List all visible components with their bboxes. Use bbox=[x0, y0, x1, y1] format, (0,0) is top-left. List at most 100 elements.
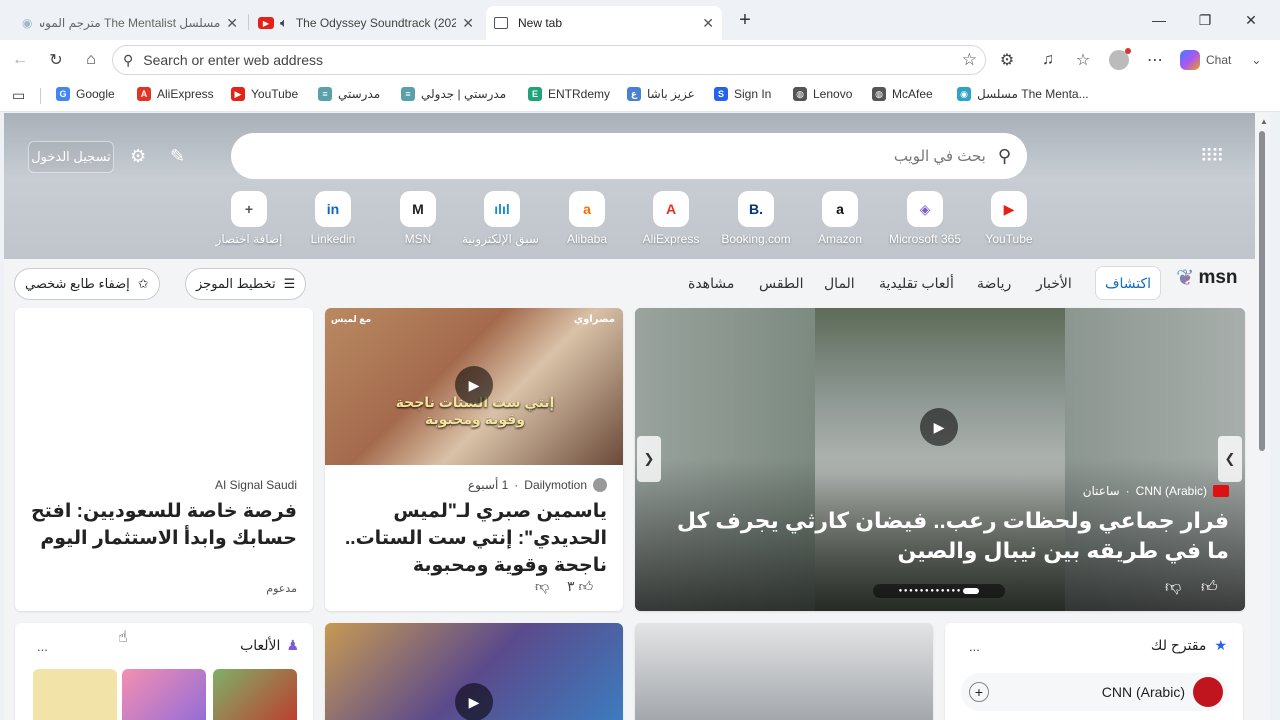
favorite-icon: ◉ bbox=[957, 87, 971, 101]
edit-pencil-icon[interactable]: ✎ bbox=[170, 146, 185, 167]
tab-odyssey[interactable]: ▶ 🔈︎ The Odyssey Soundtrack (2025) ✕ bbox=[250, 6, 482, 40]
apps-grid-icon[interactable]: ⠿⠿ bbox=[1200, 146, 1224, 167]
quick-link[interactable]: ılıl صحيفة سبق الإلكترونية bbox=[462, 191, 542, 246]
chevron-down-icon[interactable]: ⌄ bbox=[1251, 53, 1261, 67]
follow-plus-icon[interactable]: + bbox=[969, 682, 989, 702]
nav-item[interactable]: ألعاب تقليدية bbox=[879, 275, 954, 292]
favorite-item[interactable]: ع عزيز باشا bbox=[627, 87, 695, 101]
game-thumbnail[interactable] bbox=[122, 669, 206, 720]
quick-link[interactable]: a Amazon bbox=[800, 191, 880, 246]
carousel-dots[interactable]: ● ● ● ● ● ● ● ● ● ● ● ● bbox=[873, 584, 1005, 598]
news-card-3[interactable] bbox=[635, 623, 933, 720]
favorite-icon: ▶ bbox=[231, 87, 245, 101]
restore-button[interactable]: ❐ bbox=[1190, 8, 1220, 32]
quick-link[interactable]: B. Booking.com bbox=[716, 191, 796, 246]
game-thumbnail[interactable] bbox=[33, 669, 117, 720]
favorite-item[interactable]: ◉ مسلسل The Menta... bbox=[957, 87, 1089, 101]
like-icon[interactable]: 👍︎ bbox=[1201, 578, 1218, 597]
nav-discover[interactable]: اكتشاف bbox=[1095, 266, 1161, 300]
settings-gear-icon[interactable]: ⚙ bbox=[130, 146, 146, 167]
quick-link[interactable]: in Linkedin bbox=[293, 191, 373, 246]
collections-icon[interactable]: ▭ bbox=[12, 87, 25, 104]
split-screen-icon[interactable]: ♫ bbox=[1037, 49, 1059, 71]
nav-item[interactable]: المال bbox=[824, 275, 855, 292]
copilot-chat-button[interactable]: Chat ⌄ bbox=[1180, 48, 1261, 72]
home-icon[interactable]: ⌂ bbox=[80, 49, 102, 71]
nav-item[interactable]: الطقس bbox=[759, 275, 804, 292]
featured-time: ساعتان bbox=[1082, 484, 1120, 498]
like-button[interactable]: ٣ 👍︎ bbox=[567, 578, 593, 595]
tab-mentalist[interactable]: ◉ مسلسل The Mentalist مترجم الموسم ✕ bbox=[14, 6, 246, 40]
carousel-prev-button[interactable]: ❯ bbox=[637, 436, 661, 482]
video-time: 1 أسبوع bbox=[467, 478, 509, 492]
games-card[interactable]: ... ♟ الألعاب bbox=[15, 623, 313, 720]
game-thumbnail[interactable] bbox=[213, 669, 297, 720]
refresh-icon[interactable]: ↻ bbox=[45, 49, 67, 71]
new-tab-button[interactable]: + bbox=[730, 8, 760, 32]
favorite-icon: ◍ bbox=[793, 87, 807, 101]
favorite-item[interactable]: G Google bbox=[56, 87, 115, 101]
carousel-next-button[interactable]: ❮ bbox=[1218, 436, 1242, 482]
video-headline[interactable]: ياسمين صبري لـ"لميس الحديدي": إنتي ست ال… bbox=[337, 498, 607, 579]
profile-avatar[interactable] bbox=[1108, 48, 1131, 71]
favorite-item[interactable]: ◍ Lenovo bbox=[793, 87, 852, 101]
close-tab-icon[interactable]: ✕ bbox=[702, 15, 714, 32]
nav-item[interactable]: مشاهدة bbox=[688, 275, 734, 292]
quick-link[interactable]: ▶ YouTube bbox=[969, 191, 1049, 246]
page-scrollbar[interactable]: ▲ bbox=[1255, 113, 1270, 720]
close-tab-icon[interactable]: ✕ bbox=[462, 15, 474, 32]
favorite-item[interactable]: ≡ مدرستي | جدولي bbox=[401, 87, 506, 101]
ad-headline[interactable]: فرصة خاصة للسعوديين: افتح حسابك وابدأ ال… bbox=[27, 498, 297, 552]
favorite-item[interactable]: ◍ McAfee bbox=[872, 87, 933, 101]
msn-logo[interactable]: ❦ msn bbox=[1176, 265, 1238, 291]
msn-wordmark: msn bbox=[1198, 267, 1238, 288]
featured-headline[interactable]: فرار جماعي ولحظات رعب.. فيضان كارثي يجرف… bbox=[659, 506, 1229, 566]
tab-new-tab[interactable]: New tab ✕ bbox=[486, 6, 722, 40]
favorite-item[interactable]: E ENTRdemy bbox=[528, 87, 610, 101]
quick-link[interactable]: ◈ Microsoft 365 bbox=[885, 191, 965, 246]
audio-playing-icon[interactable]: 🔈︎ bbox=[280, 15, 288, 31]
video-card-2[interactable]: ▶ bbox=[325, 623, 623, 720]
quick-link-icon: B. bbox=[738, 191, 774, 227]
suggested-more-button[interactable]: ... bbox=[969, 639, 980, 654]
favorite-item[interactable]: S Sign In bbox=[714, 87, 771, 101]
more-menu-icon[interactable]: ⋯ bbox=[1144, 49, 1166, 71]
quick-link[interactable]: + إضافة اختصار bbox=[209, 191, 289, 246]
like-icon: 👍︎ bbox=[578, 578, 594, 594]
sign-in-button[interactable]: تسجيل الدخول bbox=[28, 141, 114, 173]
featured-source: CNN (Arabic) bbox=[1135, 484, 1207, 498]
video-news-card[interactable]: مع لميس مصراوي إنتي ست الستات ناجحة وقوي… bbox=[325, 308, 623, 611]
feed-layout-button[interactable]: تخطيط الموجز ☰ bbox=[185, 268, 307, 300]
sponsored-card[interactable]: AI Signal Saudi فرصة خاصة للسعوديين: افت… bbox=[15, 308, 313, 611]
minimize-button[interactable]: — bbox=[1144, 8, 1174, 32]
favorite-item[interactable]: ≡ مدرستي bbox=[318, 87, 380, 101]
nav-item[interactable]: رياضة bbox=[977, 275, 1011, 292]
quick-link[interactable]: a Alibaba bbox=[547, 191, 627, 246]
favorite-star-icon[interactable]: ☆ bbox=[962, 50, 977, 70]
play-icon[interactable]: ▶ bbox=[455, 683, 493, 720]
nav-item[interactable]: الأخبار bbox=[1036, 275, 1072, 292]
extensions-icon[interactable]: ⚙ bbox=[996, 49, 1018, 71]
tab-strip: ◉ مسلسل The Mentalist مترجم الموسم ✕ ▶ 🔈… bbox=[0, 0, 1280, 40]
suggested-card[interactable]: ... ★ مقترح لك + CNN (Arabic) bbox=[945, 623, 1243, 720]
suggested-item[interactable]: + CNN (Arabic) bbox=[961, 673, 1227, 711]
play-icon[interactable]: ▶ bbox=[455, 366, 493, 404]
address-bar[interactable]: ⚲ Search or enter web address ☆ bbox=[112, 45, 986, 75]
quick-link[interactable]: M MSN bbox=[378, 191, 458, 246]
play-icon[interactable]: ▶ bbox=[920, 408, 958, 446]
web-search-box[interactable]: بحث في الويب ⚲ bbox=[231, 133, 1027, 179]
quick-link[interactable]: A AliExpress bbox=[631, 191, 711, 246]
favorite-item[interactable]: A AliExpress bbox=[137, 87, 214, 101]
close-window-button[interactable]: ✕ bbox=[1236, 8, 1266, 32]
close-tab-icon[interactable]: ✕ bbox=[226, 15, 238, 32]
favorites-icon[interactable]: ☆ bbox=[1072, 49, 1094, 71]
featured-news-card[interactable]: ▶ ❯ ❮ CNN (Arabic) · ساعتان فرار جماعي و… bbox=[635, 308, 1245, 611]
dislike-icon[interactable]: 👎︎ bbox=[535, 578, 549, 595]
scrollbar-thumb[interactable] bbox=[1259, 131, 1265, 451]
back-icon[interactable]: ← bbox=[9, 49, 31, 71]
favorite-item[interactable]: ▶ YouTube bbox=[231, 87, 298, 101]
games-more-button[interactable]: ... bbox=[37, 639, 48, 654]
dislike-icon[interactable]: 👎︎ bbox=[1165, 578, 1181, 597]
personalize-button[interactable]: إضفاء طابع شخصي ✩ bbox=[14, 268, 160, 300]
web-search-placeholder: بحث في الويب bbox=[893, 148, 986, 165]
